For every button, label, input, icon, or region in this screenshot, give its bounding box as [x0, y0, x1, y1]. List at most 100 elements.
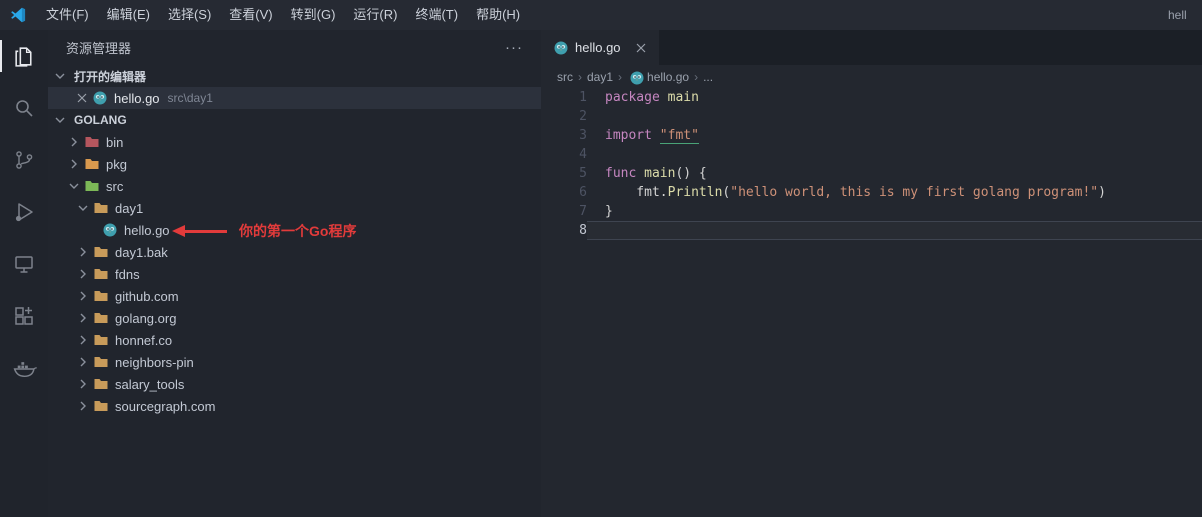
- chevron-right-icon[interactable]: [75, 376, 91, 392]
- tree-item-neighbors-pin[interactable]: neighbors-pin: [48, 351, 541, 373]
- tree-item-sourcegraph-com[interactable]: sourcegraph.com: [48, 395, 541, 417]
- tree-item-pkg[interactable]: pkg: [48, 153, 541, 175]
- activity-remote-explorer-icon[interactable]: [0, 238, 48, 290]
- tree-item-fdns[interactable]: fdns: [48, 263, 541, 285]
- folder-icon: [93, 266, 109, 282]
- menu-selection[interactable]: 选择(S): [159, 0, 220, 30]
- code-text: package main: [587, 88, 1202, 107]
- code-line-4[interactable]: 4: [541, 145, 1202, 164]
- tree-item-label: neighbors-pin: [115, 354, 194, 370]
- chevron-right-icon[interactable]: [75, 266, 91, 282]
- activity-run-and-debug-icon[interactable]: [0, 186, 48, 238]
- code-token: main: [667, 90, 699, 105]
- code-token: Println: [667, 185, 723, 200]
- menu-bar: 文件(F) 编辑(E) 选择(S) 查看(V) 转到(G) 运行(R) 终端(T) 帮助(H): [37, 0, 529, 30]
- menu-run[interactable]: 运行(R): [344, 0, 406, 30]
- tree-item-label: day1: [115, 200, 144, 216]
- code-token: "fmt": [659, 128, 699, 144]
- code-token: main: [644, 166, 676, 181]
- breadcrumb: src › day1 › hello.go ›...: [541, 65, 1202, 88]
- tree-item-label: honnef.co: [115, 332, 173, 348]
- open-editor-file-path: src\day1: [167, 91, 213, 105]
- file-tree: bin pkg src day1 hello.go day1.bak fdns github.…: [48, 131, 541, 417]
- tab-hello-go[interactable]: hello.go: [541, 30, 659, 65]
- tree-item-honnef-co[interactable]: honnef.co: [48, 329, 541, 351]
- activity-extensions-icon[interactable]: [0, 290, 48, 342]
- code-line-6[interactable]: 6 fmt.Println("hello world, this is my f…: [541, 183, 1202, 202]
- chevron-down-icon[interactable]: [75, 200, 91, 216]
- code-token: func: [605, 166, 645, 181]
- code-token: fmt.: [605, 185, 668, 200]
- tree-item-day1-bak[interactable]: day1.bak: [48, 241, 541, 263]
- chevron-right-icon[interactable]: [75, 354, 91, 370]
- code-text: }: [587, 202, 1202, 221]
- code-area: 1 package main 2 3 import "fmt" 4 5 func main()…: [541, 88, 1202, 240]
- tab-bar: hello.go: [541, 30, 1202, 65]
- tree-item-hello-go[interactable]: hello.go: [48, 219, 541, 241]
- chevron-right-icon[interactable]: [66, 134, 82, 150]
- chevron-down-icon: [52, 112, 68, 128]
- menu-view[interactable]: 查看(V): [220, 0, 281, 30]
- code-line-1[interactable]: 1 package main: [541, 88, 1202, 107]
- folder-icon: [93, 354, 109, 370]
- menu-file[interactable]: 文件(F): [37, 0, 98, 30]
- code-line-7[interactable]: 7}: [541, 202, 1202, 221]
- menu-edit[interactable]: 编辑(E): [98, 0, 159, 30]
- line-number: 6: [579, 185, 587, 200]
- chevron-right-icon[interactable]: [66, 156, 82, 172]
- tree-item-src[interactable]: src: [48, 175, 541, 197]
- editor-group: hello.go src › day1 › hello.go ›... 1 package …: [541, 30, 1202, 517]
- activity-docker-icon[interactable]: [0, 342, 48, 394]
- menu-help[interactable]: 帮助(H): [467, 0, 529, 30]
- go-file-icon: [629, 70, 644, 84]
- code-line-3[interactable]: 3 import "fmt": [541, 126, 1202, 145]
- code-token: }: [605, 204, 613, 219]
- breadcrumb-item-day1[interactable]: day1: [587, 70, 613, 84]
- more-actions-icon[interactable]: ···: [501, 39, 527, 56]
- chevron-down-icon[interactable]: [66, 178, 82, 194]
- go-file-icon: [92, 90, 108, 106]
- sidebar-title: 资源管理器: [66, 41, 132, 56]
- section-golang[interactable]: GOLANG: [48, 109, 541, 131]
- folder-icon: [93, 376, 109, 392]
- chevron-right-icon[interactable]: [75, 332, 91, 348]
- open-editor-item-hello-go[interactable]: hello.go src\day1: [48, 87, 541, 109]
- close-icon[interactable]: [74, 90, 90, 106]
- code-text: func main() {: [587, 164, 1202, 183]
- folder-icon: [93, 332, 109, 348]
- menu-terminal[interactable]: 终端(T): [406, 0, 467, 30]
- activity-search-icon[interactable]: [0, 82, 48, 134]
- code-line-2[interactable]: 2: [541, 107, 1202, 126]
- code-line-8[interactable]: 8: [541, 221, 1202, 240]
- tree-item-day1[interactable]: day1: [48, 197, 541, 219]
- chevron-right-icon[interactable]: [75, 398, 91, 414]
- chevron-right-icon[interactable]: [75, 310, 91, 326]
- activity-explorer-icon[interactable]: [0, 30, 48, 82]
- tree-item-label: github.com: [115, 288, 179, 304]
- chevron-right-icon[interactable]: [75, 244, 91, 260]
- chevron-right-icon[interactable]: [75, 288, 91, 304]
- tree-item-golang-org[interactable]: golang.org: [48, 307, 541, 329]
- breadcrumb-item-src[interactable]: src: [557, 70, 573, 84]
- folder-icon: [93, 288, 109, 304]
- tree-item-github-com[interactable]: github.com: [48, 285, 541, 307]
- folder-icon: [93, 310, 109, 326]
- open-editor-file-label: hello.go: [114, 90, 160, 106]
- code-line-5[interactable]: 5 func main() {: [541, 164, 1202, 183]
- tree-item-label: fdns: [115, 266, 140, 282]
- tree-item-label: golang.org: [115, 310, 177, 326]
- activity-bar: [0, 30, 48, 517]
- menu-goto[interactable]: 转到(G): [282, 0, 345, 30]
- section-open-editors[interactable]: 打开的编辑器: [48, 65, 541, 87]
- code-text: import "fmt": [587, 126, 1202, 145]
- tree-item-salary-tools[interactable]: salary_tools: [48, 373, 541, 395]
- breadcrumb-item-hello-go[interactable]: hello.go: [627, 70, 689, 84]
- breadcrumb-item--[interactable]: ...: [703, 70, 713, 84]
- breadcrumb-separator-icon: ›: [694, 69, 699, 84]
- activity-source-control-icon[interactable]: [0, 134, 48, 186]
- code-token: () {: [675, 166, 707, 181]
- tab-close-icon[interactable]: [633, 40, 649, 56]
- tree-item-bin[interactable]: bin: [48, 131, 541, 153]
- code-token: "hello world, this is my first golang pr…: [730, 185, 1099, 200]
- folder-icon: [93, 200, 109, 216]
